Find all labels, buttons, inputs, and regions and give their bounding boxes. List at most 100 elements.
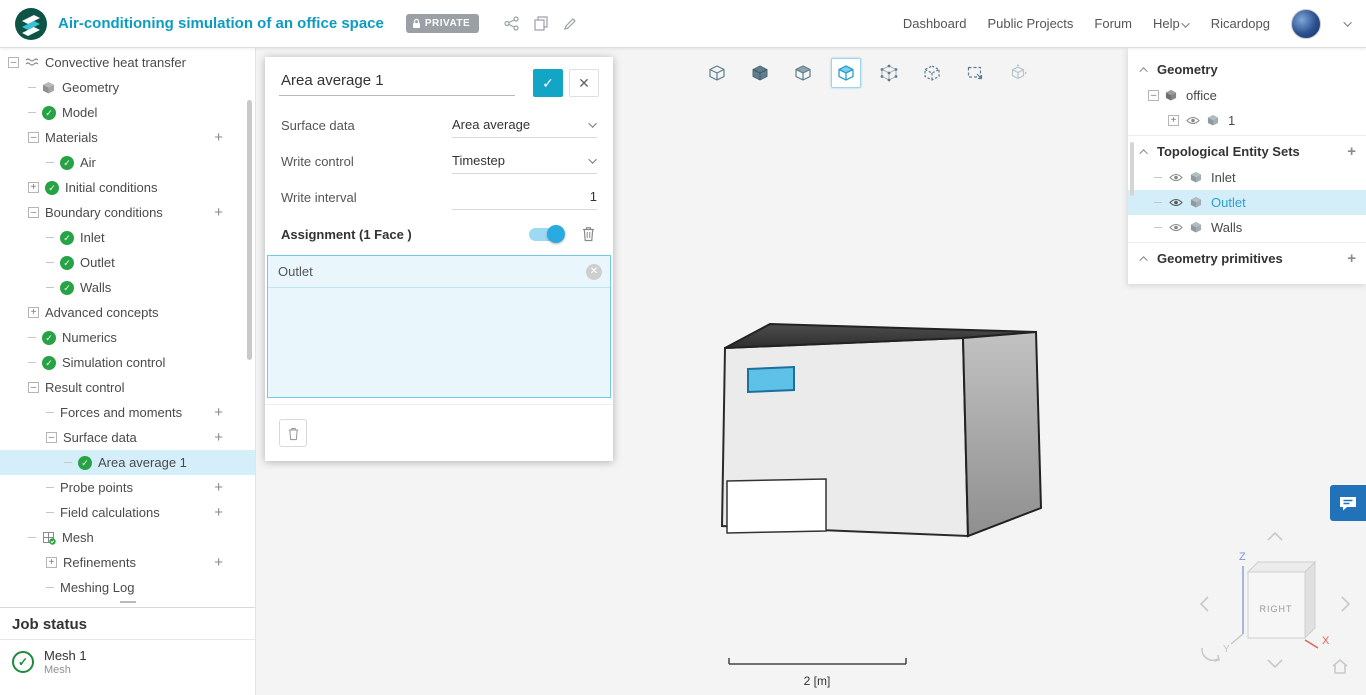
surface-shading-icon[interactable] bbox=[788, 58, 818, 88]
sidebar-scrollbar[interactable] bbox=[247, 100, 252, 360]
collapse-icon[interactable]: – bbox=[8, 57, 19, 68]
rotate-up-arrow-icon[interactable] bbox=[1268, 533, 1282, 540]
collapse-icon[interactable]: – bbox=[28, 382, 39, 393]
add-primitive-button[interactable]: + bbox=[1347, 250, 1356, 267]
avatar[interactable] bbox=[1291, 9, 1321, 39]
sim-tree-item-refinements[interactable]: + Refinements + bbox=[0, 550, 255, 575]
inlet-box[interactable] bbox=[727, 479, 826, 533]
sim-tree-item-walls[interactable]: ✓ Walls bbox=[0, 275, 255, 300]
sim-tree-item-mesh[interactable]: Mesh bbox=[0, 525, 255, 550]
sim-tree-item-area-average-1[interactable]: ✓ Area average 1 bbox=[0, 450, 255, 475]
assignment-selection-box[interactable]: Outlet ✕ bbox=[267, 255, 611, 398]
vertex-select-icon[interactable] bbox=[874, 58, 904, 88]
sim-tree-item-result-control[interactable]: – Result control bbox=[0, 375, 255, 400]
nav-public-projects[interactable]: Public Projects bbox=[987, 16, 1073, 31]
add-probe-points-button[interactable]: + bbox=[214, 480, 223, 495]
view-cube-icon[interactable] bbox=[702, 58, 732, 88]
clear-assignment-trash-icon[interactable] bbox=[581, 225, 597, 243]
collapse-icon[interactable]: – bbox=[28, 132, 39, 143]
sim-tree-item-model[interactable]: ✓ Model bbox=[0, 100, 255, 125]
sim-tree-item-air[interactable]: ✓ Air bbox=[0, 150, 255, 175]
job-row-mesh-1[interactable]: ✓ Mesh 1 Mesh bbox=[0, 640, 255, 684]
visibility-eye-icon[interactable] bbox=[1169, 223, 1184, 233]
add-boundary-condition-button[interactable]: + bbox=[214, 205, 223, 220]
add-forces-button[interactable]: + bbox=[214, 405, 223, 420]
scene-item-office[interactable]: – office bbox=[1128, 83, 1366, 108]
sim-tree-item-convective-heat-transfer[interactable]: – Convective heat transfer bbox=[0, 50, 255, 75]
expand-icon[interactable]: + bbox=[1168, 115, 1179, 126]
close-button[interactable]: ✕ bbox=[569, 69, 599, 97]
confirm-button[interactable]: ✓ bbox=[533, 69, 563, 97]
visibility-eye-icon[interactable] bbox=[1169, 173, 1184, 183]
face-select-icon[interactable] bbox=[831, 58, 861, 88]
outlet-face-highlight[interactable] bbox=[748, 367, 794, 392]
assigned-entity-outlet[interactable]: Outlet ✕ bbox=[268, 256, 610, 288]
username[interactable]: Ricardopg bbox=[1211, 16, 1270, 31]
visibility-eye-icon[interactable] bbox=[1169, 198, 1184, 208]
assignment-toggle[interactable] bbox=[529, 228, 563, 241]
expand-icon[interactable]: + bbox=[28, 182, 39, 193]
account-chevron-down-icon[interactable] bbox=[1343, 18, 1351, 26]
box-select-icon[interactable] bbox=[960, 58, 990, 88]
sim-tree-item-materials[interactable]: – Materials + bbox=[0, 125, 255, 150]
orientation-cube[interactable]: RIGHT Z X Y bbox=[1223, 551, 1330, 655]
copy-icon[interactable] bbox=[532, 15, 549, 32]
project-title[interactable]: Air-conditioning simulation of an office… bbox=[58, 15, 384, 32]
right-panel-scrollbar[interactable] bbox=[1130, 142, 1134, 196]
remove-entity-icon[interactable]: ✕ bbox=[586, 264, 602, 280]
sim-tree-item-initial-conditions[interactable]: + ✓ Initial conditions bbox=[0, 175, 255, 200]
add-entity-set-button[interactable]: + bbox=[1347, 143, 1356, 160]
support-chat-button[interactable] bbox=[1330, 485, 1366, 521]
sim-tree-item-simulation-control[interactable]: ✓ Simulation control bbox=[0, 350, 255, 375]
panel-resize-handle[interactable] bbox=[120, 601, 136, 603]
sim-tree-item-outlet[interactable]: ✓ Outlet bbox=[0, 250, 255, 275]
collapse-icon[interactable]: – bbox=[46, 432, 57, 443]
write-control-select[interactable]: Timestep bbox=[452, 148, 597, 174]
geometry-primitives-header[interactable]: Geometry primitives + bbox=[1128, 245, 1366, 272]
expand-icon[interactable]: + bbox=[46, 557, 57, 568]
nav-dashboard[interactable]: Dashboard bbox=[903, 16, 967, 31]
volume-select-icon[interactable] bbox=[917, 58, 947, 88]
sim-tree-item-boundary-conditions[interactable]: – Boundary conditions + bbox=[0, 200, 255, 225]
expand-icon[interactable]: + bbox=[28, 307, 39, 318]
nav-forum[interactable]: Forum bbox=[1094, 16, 1132, 31]
entity-set-inlet[interactable]: Inlet bbox=[1128, 165, 1366, 190]
share-icon[interactable] bbox=[503, 15, 520, 32]
surface-data-select[interactable]: Area average bbox=[452, 112, 597, 138]
sim-tree-item-inlet[interactable]: ✓ Inlet bbox=[0, 225, 255, 250]
home-view-icon[interactable] bbox=[1333, 660, 1347, 673]
entity-set-walls[interactable]: Walls bbox=[1128, 215, 1366, 240]
topological-sets-header[interactable]: Topological Entity Sets + bbox=[1128, 138, 1366, 165]
add-surface-data-button[interactable]: + bbox=[214, 430, 223, 445]
visibility-eye-icon[interactable] bbox=[1186, 116, 1201, 126]
rotate-right-arrow-icon[interactable] bbox=[1342, 597, 1349, 611]
nav-help[interactable]: Help bbox=[1153, 16, 1190, 31]
office-geometry[interactable] bbox=[722, 324, 1041, 536]
solid-shading-icon[interactable] bbox=[745, 58, 775, 88]
sim-tree-item-field-calculations[interactable]: Field calculations + bbox=[0, 500, 255, 525]
panel-title-input[interactable]: Area average 1 bbox=[279, 70, 515, 96]
add-field-calculations-button[interactable]: + bbox=[214, 505, 223, 520]
roll-view-icon[interactable] bbox=[1202, 648, 1218, 660]
write-interval-input[interactable]: 1 bbox=[452, 184, 597, 210]
collapse-icon[interactable]: – bbox=[1148, 90, 1159, 101]
add-refinement-button[interactable]: + bbox=[214, 555, 223, 570]
sim-tree-item-numerics[interactable]: ✓ Numerics bbox=[0, 325, 255, 350]
sim-tree-item-probe-points[interactable]: Probe points + bbox=[0, 475, 255, 500]
sim-tree-item-geometry[interactable]: Geometry bbox=[0, 75, 255, 100]
rotate-down-arrow-icon[interactable] bbox=[1268, 660, 1282, 667]
collapse-icon[interactable]: – bbox=[28, 207, 39, 218]
transform-entity-icon[interactable] bbox=[1003, 58, 1033, 88]
add-material-button[interactable]: + bbox=[214, 130, 223, 145]
sim-tree-item-meshing-log[interactable]: Meshing Log bbox=[0, 575, 255, 598]
geometry-section-header[interactable]: Geometry bbox=[1128, 56, 1366, 83]
sim-tree-item-advanced-concepts[interactable]: + Advanced concepts bbox=[0, 300, 255, 325]
rotate-left-arrow-icon[interactable] bbox=[1201, 597, 1208, 611]
edit-icon[interactable] bbox=[561, 15, 578, 32]
clear-selection-button[interactable] bbox=[279, 419, 307, 447]
sim-tree-item-surface-data[interactable]: – Surface data + bbox=[0, 425, 255, 450]
sim-tree-item-forces-and-moments[interactable]: Forces and moments + bbox=[0, 400, 255, 425]
scene-item-solid-1[interactable]: + 1 bbox=[1128, 108, 1366, 133]
simscale-logo-icon[interactable] bbox=[14, 7, 48, 41]
entity-set-outlet[interactable]: Outlet bbox=[1128, 190, 1366, 215]
